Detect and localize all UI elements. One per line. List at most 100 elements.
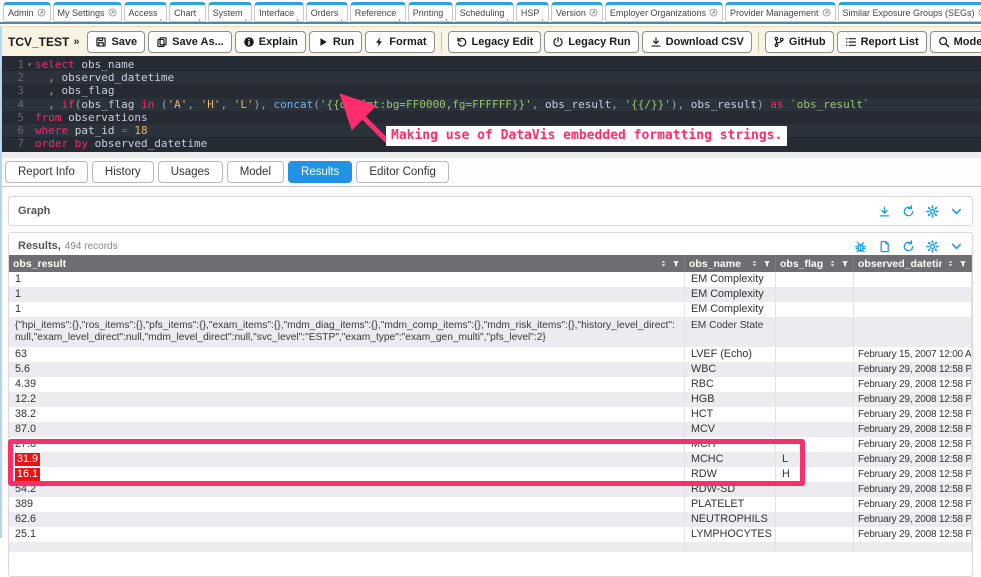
format-button[interactable]: Format (365, 31, 434, 53)
tab-results[interactable]: Results (288, 161, 352, 183)
nav-tab-version[interactable]: Version (551, 2, 603, 22)
cell-observed-datetime: February 29, 2008 12:58 PM (854, 407, 972, 422)
filter-icon[interactable] (959, 260, 967, 268)
nav-tab-scheduling[interactable]: Scheduling, (455, 2, 514, 22)
bug-icon[interactable] (854, 240, 867, 253)
filter-icon[interactable] (672, 260, 680, 268)
file-icon[interactable] (878, 240, 891, 253)
cell-observed-datetime: February 15, 2007 12:00 AM (854, 347, 972, 362)
cell-observed-datetime: February 29, 2008 12:58 PM (854, 467, 972, 482)
nav-tab-hsp[interactable]: HSP, (516, 2, 549, 22)
nav-tab-interface[interactable]: Interface, (254, 2, 304, 22)
line-number: 7 (0, 137, 24, 150)
column-header-obs-flag[interactable]: obs_flag (776, 255, 854, 272)
github-button[interactable]: GitHub (765, 31, 834, 53)
dropdown-indicator-icon: , (398, 14, 401, 20)
nav-tab-provider-management[interactable]: Provider Management (725, 2, 836, 22)
sort-icon[interactable] (750, 259, 759, 268)
line-number: 2 (0, 71, 24, 84)
cell-obs-name: HGB (685, 392, 776, 407)
nav-tab-employer-organizations[interactable]: Employer Organizations (605, 2, 723, 22)
graph-panel: Graph (8, 196, 973, 226)
format-icon (373, 36, 385, 48)
cell-obs-flag (776, 317, 854, 347)
sort-icon[interactable] (828, 259, 837, 268)
nav-tab-orders[interactable]: Orders, (306, 2, 348, 22)
tab-usages[interactable]: Usages (158, 161, 223, 183)
cell-obs-result: 1 (9, 302, 685, 317)
column-header-observed-datetime[interactable]: observed_datetime (854, 255, 972, 272)
gear-icon[interactable] (926, 240, 939, 253)
explain-button[interactable]: Explain (235, 31, 306, 53)
tab-model[interactable]: Model (227, 161, 284, 183)
save-button[interactable]: Save (87, 31, 145, 53)
cell-obs-flag (776, 422, 854, 437)
refresh-icon[interactable] (902, 240, 915, 253)
table-row: 1EM Complexity (9, 272, 972, 287)
cell-observed-datetime: February 29, 2008 12:58 PM (854, 452, 972, 467)
cell-obs-flag (776, 302, 854, 317)
save-as-button[interactable]: Save As... (148, 31, 232, 53)
cell-obs-result: 5.6 (9, 362, 685, 377)
sort-icon[interactable] (659, 259, 668, 268)
download-csv-button[interactable]: Download CSV (642, 31, 752, 53)
cell-obs-name: WBC (685, 362, 776, 377)
external-link-icon (822, 8, 831, 17)
nav-tab-admin[interactable]: Admin (3, 2, 51, 22)
cell-obs-result: 4.39 (9, 377, 685, 392)
filter-icon[interactable] (841, 260, 849, 268)
nav-tab-label: Version (556, 8, 586, 18)
table-row: 87.0MCVFebruary 29, 2008 12:58 PM (9, 422, 972, 437)
sort-icon[interactable] (946, 259, 955, 268)
dropdown-indicator-icon: , (445, 14, 448, 20)
cell-obs-name: NEUTROPHILS (685, 512, 776, 527)
external-link-icon (37, 8, 46, 17)
legacy-run-button[interactable]: Legacy Run (544, 31, 638, 53)
column-header-obs-result[interactable]: obs_result (9, 255, 685, 272)
run-button[interactable]: Run (309, 31, 362, 53)
report-name[interactable]: TCV_TEST (8, 35, 69, 49)
filter-icon[interactable] (763, 260, 771, 268)
dropdown-indicator-icon: , (245, 14, 248, 20)
cell-obs-name (685, 542, 776, 552)
cell-obs-result: 63 (9, 347, 685, 362)
table-row: 38.2HCTFebruary 29, 2008 12:58 PM (9, 407, 972, 422)
download-icon[interactable] (878, 205, 891, 218)
nav-tab-access[interactable]: Access, (124, 2, 168, 22)
chevron-down-icon[interactable] (950, 205, 963, 218)
model-button[interactable]: Model (930, 31, 981, 53)
table-row (9, 542, 972, 552)
results-panel: Results, 494 records obs_resultobs_nameo… (8, 232, 973, 577)
cell-observed-datetime (854, 542, 972, 552)
cell-obs-name: LYMPHOCYTES (685, 527, 776, 542)
nav-tab-similar-exposure-groups-segs[interactable]: Similar Exposure Groups (SEGs) (838, 2, 981, 22)
tab-editor-config[interactable]: Editor Config (356, 161, 448, 183)
cell-obs-result (9, 542, 685, 552)
top-nav: AdminMy SettingsAccess,Chart,System,Inte… (0, 0, 981, 24)
gear-icon[interactable] (926, 205, 939, 218)
dropdown-indicator-icon: , (296, 14, 299, 20)
cell-obs-name: MCHC (685, 452, 776, 467)
nav-tab-chart[interactable]: Chart, (169, 2, 206, 22)
line-number: 3 (0, 84, 24, 97)
table-row: 31.9MCHCLFebruary 29, 2008 12:58 PM (9, 452, 972, 467)
refresh-icon[interactable] (902, 205, 915, 218)
nav-tab-my-settings[interactable]: My Settings (53, 2, 122, 22)
nav-tab-printing[interactable]: Printing, (408, 2, 453, 22)
power-icon (552, 36, 564, 48)
button-label: Legacy Edit (472, 36, 534, 48)
tab-history[interactable]: History (92, 161, 154, 183)
column-header-obs-name[interactable]: obs_name (685, 255, 776, 272)
cell-obs-name: HCT (685, 407, 776, 422)
save-icon (95, 36, 107, 48)
search-icon (938, 36, 950, 48)
line-number: 5 (0, 111, 24, 124)
nav-tab-system[interactable]: System, (208, 2, 253, 22)
report-menu-chevron[interactable]: » (73, 36, 79, 48)
code-line: 3 , obs_flag (0, 84, 981, 97)
tab-report-info[interactable]: Report Info (5, 161, 88, 183)
report-list-button[interactable]: Report List (837, 31, 927, 53)
chevron-down-icon[interactable] (950, 240, 963, 253)
legacy-edit-button[interactable]: Legacy Edit (448, 31, 542, 53)
nav-tab-reference[interactable]: Reference, (350, 2, 406, 22)
